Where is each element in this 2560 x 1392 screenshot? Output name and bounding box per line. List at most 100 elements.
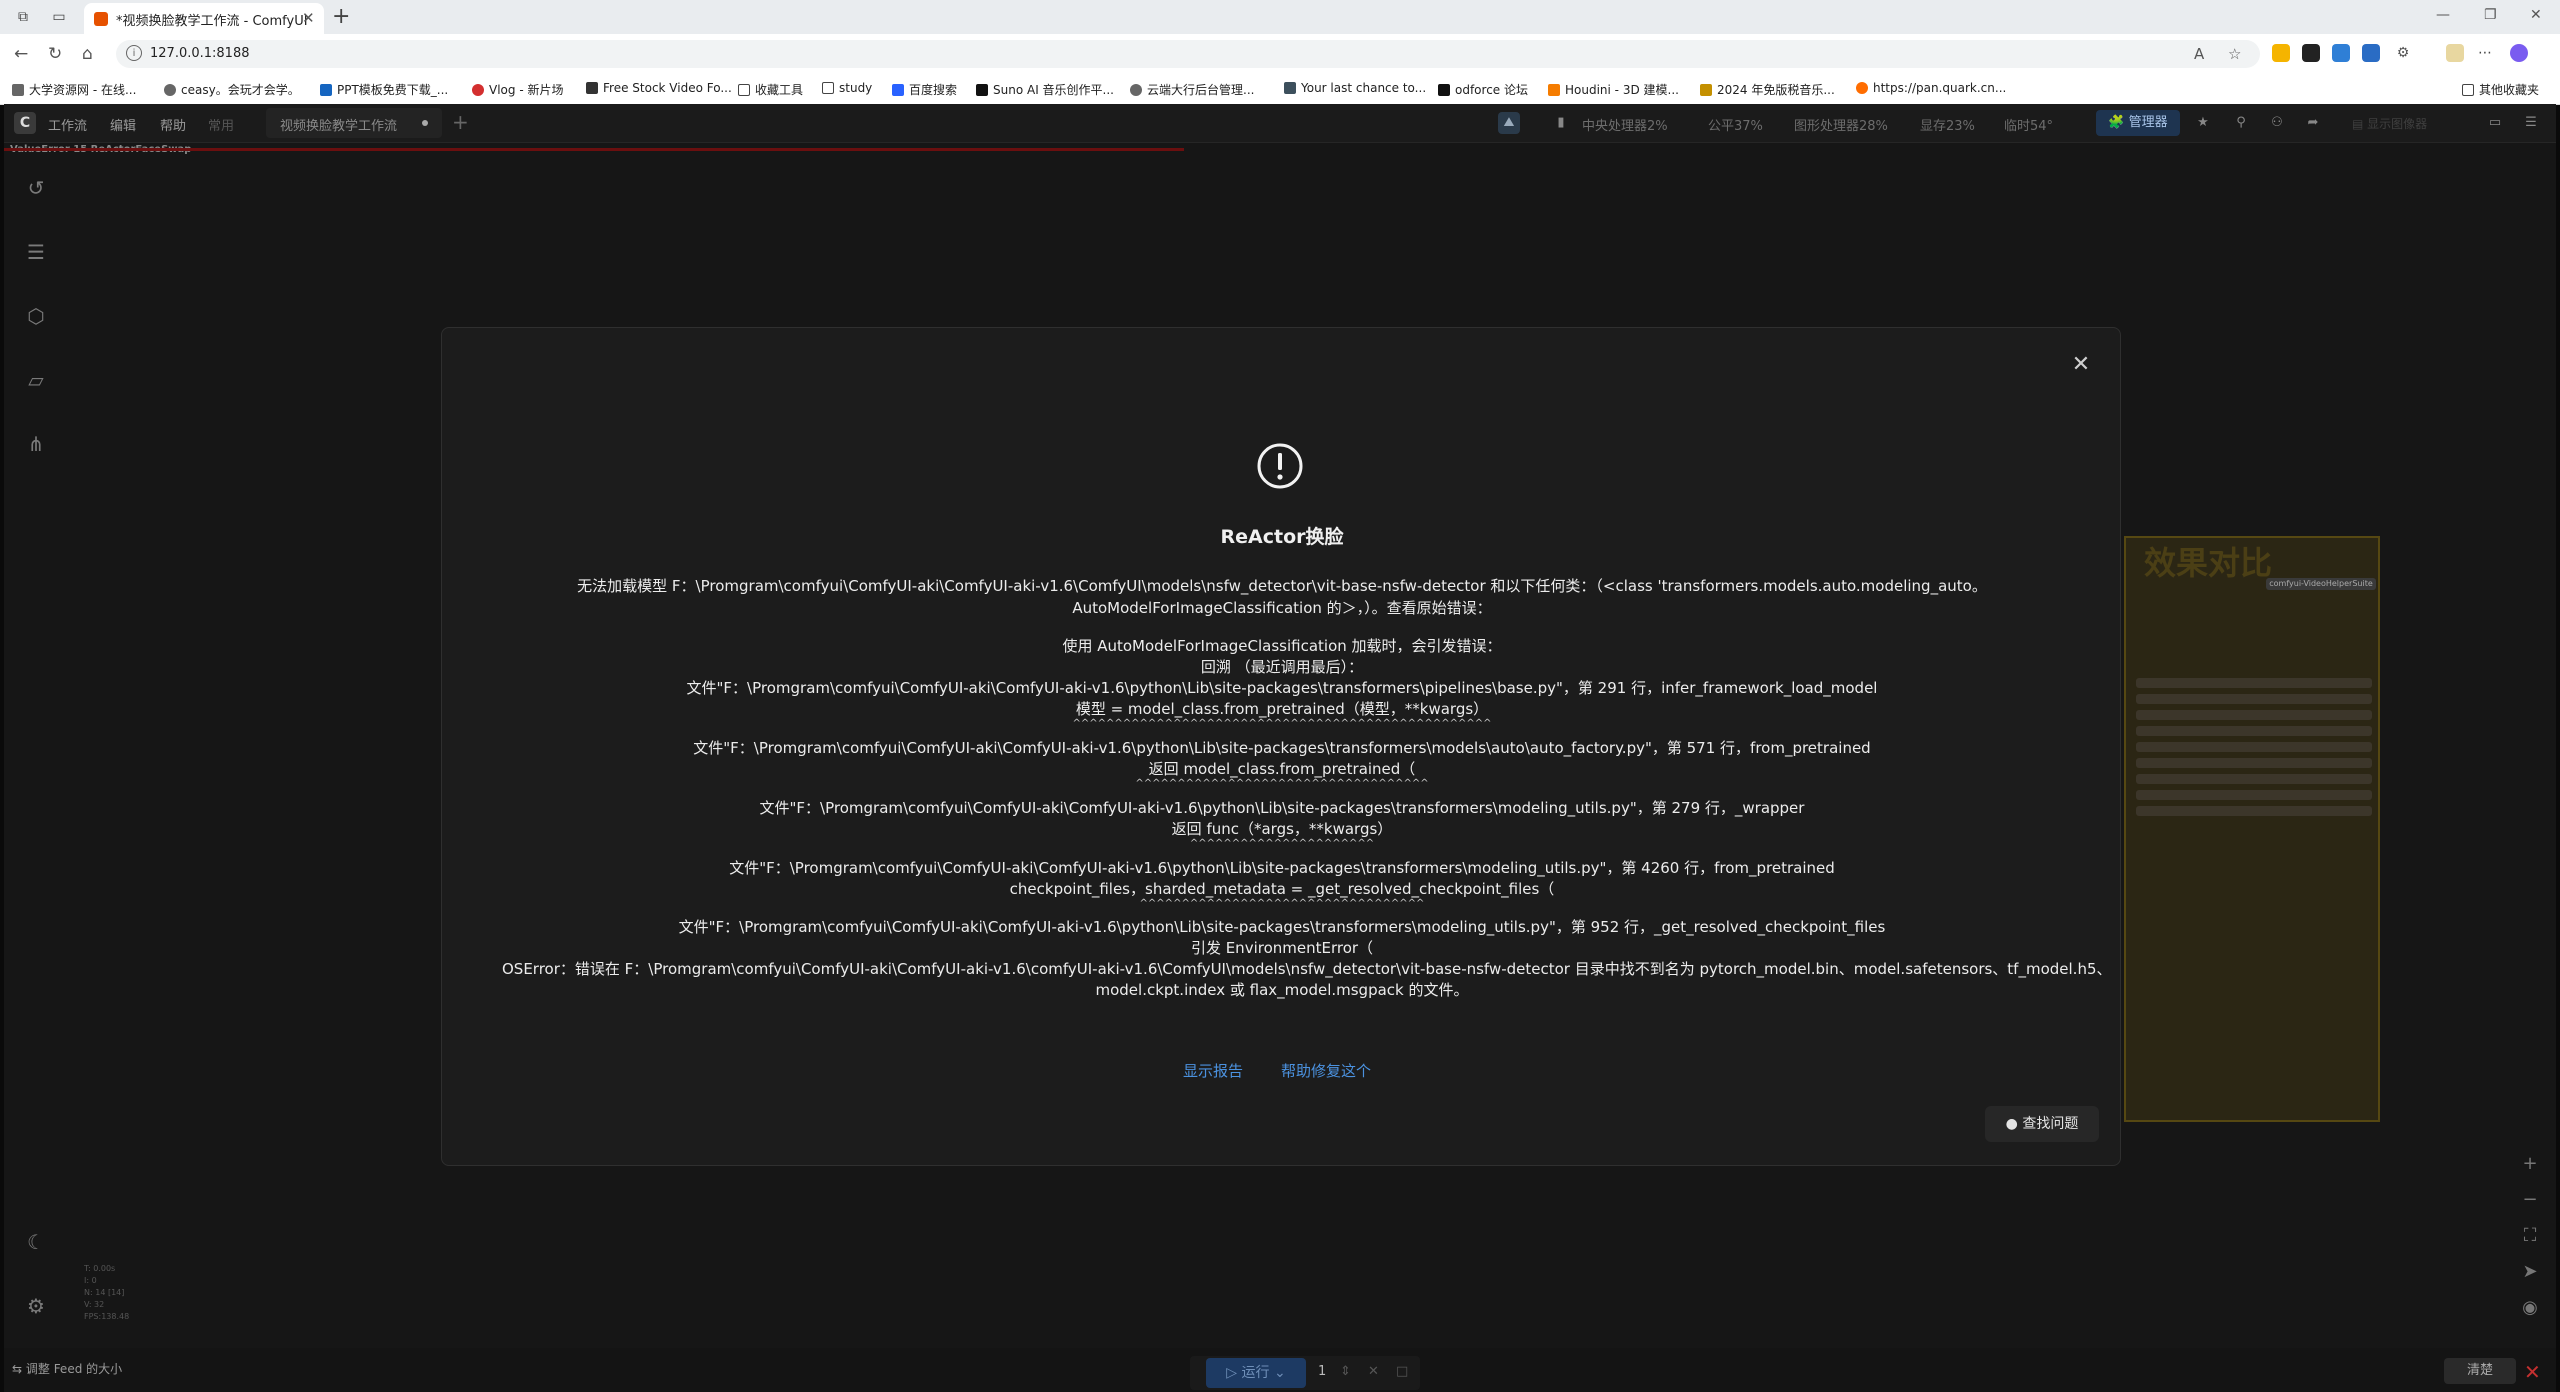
stop-icon[interactable]: □	[1396, 1364, 1408, 1379]
cancel-run-icon[interactable]: ✕	[1368, 1364, 1379, 1379]
node-widget[interactable]	[2136, 742, 2372, 752]
eye-icon[interactable]: ◉	[2518, 1296, 2542, 1320]
unsaved-dot-icon	[422, 120, 428, 126]
back-icon[interactable]: ←	[14, 44, 28, 64]
stepper-icon[interactable]: ⇕	[1340, 1364, 1351, 1379]
node-widget[interactable]	[2136, 758, 2372, 768]
bookmark-item[interactable]: 云端大行后台管理...	[1130, 81, 1254, 98]
window-close-icon[interactable]: ✕	[2530, 7, 2542, 23]
bookmark-item[interactable]: PPT模板免费下载_...	[320, 81, 448, 98]
node-widget[interactable]	[2136, 678, 2372, 688]
person-icon[interactable]: ⚲	[2230, 112, 2252, 134]
menu-help[interactable]: 帮助	[160, 115, 186, 134]
url-field[interactable]: i 127.0.0.1:8188 A ☆	[116, 40, 2260, 68]
manager-button[interactable]: 🧩 管理器	[2096, 110, 2180, 136]
bookmark-item[interactable]: Your last chance to...	[1284, 81, 1426, 95]
settings-gear-icon[interactable]: ⚙	[2394, 44, 2412, 62]
node-widget[interactable]	[2136, 774, 2372, 784]
history-icon[interactable]: ↺	[22, 174, 50, 202]
tab-close-icon[interactable]: ✕	[302, 9, 315, 27]
add-workflow-icon[interactable]: +	[452, 110, 469, 134]
dialog-close-icon[interactable]: ✕	[2066, 350, 2096, 380]
bookmark-item[interactable]: odforce 论坛	[1438, 81, 1528, 98]
node-widget[interactable]	[2136, 726, 2372, 736]
clear-button[interactable]: 清楚	[2444, 1358, 2516, 1384]
find-issues-button[interactable]: ● 查找问题	[1985, 1106, 2099, 1142]
hamburger-menu-icon[interactable]: ☰	[2520, 112, 2542, 134]
error-line: 模型 = model_class.from_pretrained（模型，**kw…	[1075, 700, 1489, 718]
zoom-out-icon[interactable]: −	[2518, 1188, 2542, 1212]
close-feed-icon[interactable]: ✕	[2524, 1362, 2541, 1382]
bookmark-folder[interactable]: study	[822, 81, 872, 95]
workspaces-icon[interactable]: ⧉	[14, 8, 32, 26]
browser-tab-active[interactable]: *视频换脸教学工作流 - ComfyUI ✕	[84, 3, 324, 34]
error-line: 文件"F：\Promgram\comfyui\ComfyUI-aki\Comfy…	[759, 799, 1805, 817]
cpu-stat: 中央处理器2%	[1582, 119, 1668, 134]
user-group-icon[interactable]: ⚇	[2266, 112, 2288, 134]
show-report-link[interactable]: 显示报告	[1183, 1060, 1243, 1081]
minimize-icon[interactable]: —	[2436, 7, 2450, 23]
star-icon[interactable]: ★	[2192, 112, 2214, 134]
bookmark-item[interactable]: 2024 年免版税音乐...	[1700, 81, 1835, 98]
node-title: 效果对比	[2144, 544, 2273, 582]
more-menu-icon[interactable]: ⋯	[2476, 44, 2494, 62]
fit-view-icon[interactable]: ⛶	[2518, 1224, 2542, 1248]
resize-feed-button[interactable]: ⇆ 调整 Feed 的大小	[12, 1360, 122, 1377]
model-tree-icon[interactable]: ⋔	[22, 430, 50, 458]
node-widget[interactable]	[2136, 694, 2372, 704]
bookmark-item[interactable]: 大学资源网 - 在线...	[12, 81, 136, 98]
translate-icon[interactable]: A	[2194, 45, 2204, 63]
new-tab-icon[interactable]: +	[332, 4, 350, 29]
bookmark-item[interactable]: Free Stock Video Fo...	[586, 81, 732, 95]
bookmark-item[interactable]: https://pan.quark.cn...	[1856, 81, 2006, 95]
display-image-toggle[interactable]: ▤ 显示图像器	[2352, 115, 2427, 132]
help-fix-link[interactable]: 帮助修复这个	[1281, 1060, 1371, 1081]
bookmark-folder[interactable]: 收藏工具	[738, 81, 803, 98]
node-widget[interactable]	[2136, 710, 2372, 720]
bookmark-item[interactable]: Houdini - 3D 建模...	[1548, 81, 1679, 98]
folder-icon[interactable]: ▱	[22, 366, 50, 394]
other-bookmarks-folder[interactable]: 其他收藏夹	[2462, 81, 2539, 98]
pointer-icon[interactable]: ➤	[2518, 1260, 2542, 1284]
extension-icon[interactable]	[2332, 44, 2350, 62]
extension-icon[interactable]	[2302, 44, 2320, 62]
bookmark-item[interactable]: Suno AI 音乐创作平...	[976, 81, 1114, 98]
bookmark-item[interactable]: ceasy。会玩才会学。	[164, 81, 300, 98]
theme-moon-icon[interactable]: ☾	[22, 1228, 50, 1256]
extension-icon[interactable]	[2272, 44, 2290, 62]
queue-list-icon[interactable]: ☰	[22, 238, 50, 266]
home-icon[interactable]: ⌂	[82, 44, 93, 64]
bookmark-icon[interactable]: ▮	[1550, 112, 1572, 134]
reload-icon[interactable]: ↻	[48, 44, 62, 64]
bottom-bar: ⇆ 调整 Feed 的大小 ▷ 运行 ⌄ 1 ⇕ ✕ □ 清楚 ✕	[4, 1348, 2556, 1392]
queue-controls: ▷ 运行 ⌄ 1 ⇕ ✕ □	[1190, 1356, 1420, 1390]
zoom-in-icon[interactable]: +	[2518, 1152, 2542, 1176]
site-info-icon[interactable]: i	[126, 45, 142, 61]
profile-avatar[interactable]	[2446, 44, 2464, 62]
settings-gear-icon[interactable]: ⚙	[22, 1292, 50, 1320]
node-library-icon[interactable]: ⬡	[22, 302, 50, 330]
bookmark-item[interactable]: Vlog - 新片场	[472, 81, 563, 98]
extension-icon[interactable]	[2362, 44, 2380, 62]
comfyui-logo[interactable]: C	[14, 112, 36, 134]
tab-actions-icon[interactable]: ▭	[50, 8, 68, 26]
workflow-tab[interactable]: 视频换脸教学工作流	[266, 108, 442, 138]
menu-common[interactable]: 常用	[208, 115, 234, 134]
restore-icon[interactable]: ❐	[2484, 7, 2497, 23]
batch-count-input[interactable]: 1	[1318, 1364, 1326, 1379]
copilot-icon[interactable]	[2510, 44, 2528, 62]
comfyui-favicon	[94, 12, 108, 26]
bookmark-item[interactable]: 百度搜索	[892, 81, 957, 98]
graph-icon[interactable]: ⛰	[1498, 112, 1520, 134]
preview-compare-node[interactable]: 效果对比 comfyui-VideoHelperSuite	[2124, 536, 2380, 1122]
menu-edit[interactable]: 编辑	[110, 115, 136, 134]
run-button[interactable]: ▷ 运行 ⌄	[1206, 1358, 1306, 1388]
panel-toggle-icon[interactable]: ▭	[2484, 112, 2506, 134]
node-widget[interactable]	[2136, 806, 2372, 816]
node-widget[interactable]	[2136, 790, 2372, 800]
error-caret-line: ^^^^^^^^^^^^^^^^^^^^^^^^^^^^^^^^^^	[1139, 898, 1425, 909]
favorite-star-icon[interactable]: ☆	[2228, 45, 2241, 63]
canvas-info: T: 0.00s	[84, 1264, 116, 1273]
menu-workflow[interactable]: 工作流	[48, 115, 87, 134]
share-icon[interactable]: ➦	[2302, 112, 2324, 134]
